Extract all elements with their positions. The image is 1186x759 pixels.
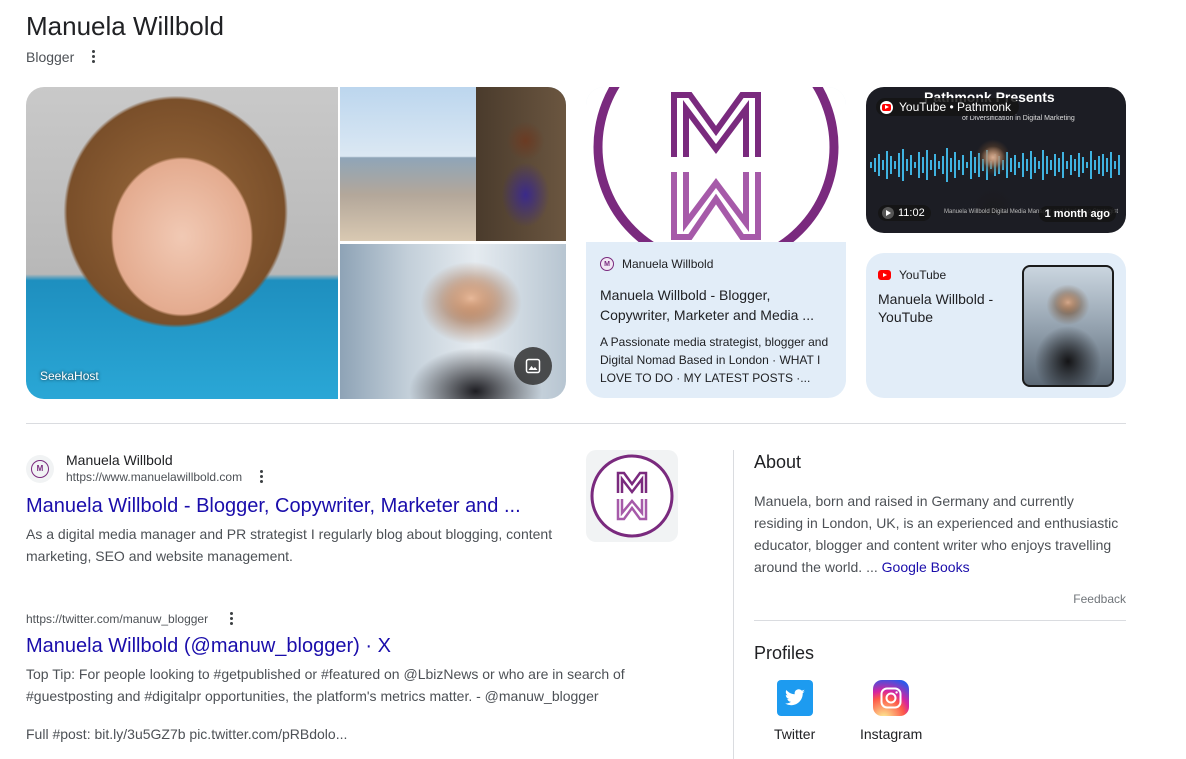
entity-subtitle-row: Blogger — [26, 48, 99, 65]
instagram-icon — [873, 680, 910, 716]
card-snippet: A Passionate media strategist, blogger a… — [600, 335, 829, 385]
result-snippet-extra: Full #post: bit.ly/3u5GZ7b pic.twitter.c… — [26, 726, 348, 742]
video-channel-badge: YouTube • Pathmonk — [876, 98, 1020, 116]
entity-name: Manuela Willbold — [26, 11, 224, 41]
about-heading: About — [754, 452, 802, 472]
video-age: 1 month ago — [1038, 206, 1116, 222]
yt-card-title[interactable]: Manuela Willbold - YouTube — [878, 290, 1008, 326]
result-site-name: Manuela Willbold — [66, 452, 173, 468]
profile-twitter[interactable]: Twitter — [774, 680, 815, 742]
card-source: M Manuela Willbold — [600, 257, 832, 271]
result-meta[interactable]: M Manuela Willbold https://www.manuelawi… — [26, 452, 566, 485]
card-source-name: Manuela Willbold — [622, 257, 714, 271]
twitter-label: Twitter — [774, 726, 816, 742]
google-books-link[interactable]: Google Books — [882, 559, 970, 575]
profiles-heading: Profiles — [754, 643, 815, 663]
mw-favicon-icon: M — [600, 257, 614, 271]
video-duration: 11:02 — [878, 205, 931, 221]
result-url: https://www.manuelawillbold.com — [66, 469, 243, 484]
image-source-label: SeekaHost — [40, 369, 99, 383]
result-thumbnail[interactable] — [586, 450, 678, 542]
result-url[interactable]: https://twitter.com/manuw_blogger — [26, 612, 208, 626]
yt-card-thumbnail — [1022, 265, 1114, 387]
section-divider — [26, 423, 1126, 424]
result-snippet: Top Tip: For people looking to #getpubli… — [26, 666, 625, 704]
result-options-icon[interactable] — [226, 610, 237, 627]
entity-subtitle: Blogger — [26, 48, 75, 65]
portrait-image[interactable]: SeekaHost — [26, 87, 338, 399]
yt-card-source-name: YouTube — [899, 268, 947, 282]
image-collage[interactable]: SeekaHost — [26, 87, 566, 399]
result-options-icon[interactable] — [256, 468, 267, 485]
video-person-image — [962, 135, 1024, 215]
more-options-icon[interactable] — [88, 48, 99, 65]
column-divider — [733, 450, 734, 759]
play-icon — [882, 207, 894, 219]
result-title-link[interactable]: Manuela Willbold - Blogger, Copywriter, … — [26, 493, 566, 519]
youtube-icon — [880, 100, 893, 114]
website-card[interactable]: M Manuela Willbold Manuela Willbold - Bl… — [586, 87, 846, 398]
profiles-divider — [754, 620, 1126, 621]
site-favicon-icon: M — [26, 454, 54, 483]
card-title[interactable]: Manuela Willbold - Blogger, Copywriter, … — [600, 285, 832, 325]
about-text: Manuela, born and raised in Germany and … — [754, 490, 1126, 578]
feedback-link[interactable]: Feedback — [1073, 592, 1126, 606]
search-result: https://twitter.com/manuw_blogger Manuel… — [26, 610, 646, 745]
yt-card-source: YouTube — [878, 268, 946, 282]
youtube-channel-card[interactable]: YouTube Manuela Willbold - YouTube — [866, 253, 1126, 398]
video-duration-label: 11:02 — [898, 207, 925, 219]
riverside-image[interactable] — [340, 87, 566, 241]
result-snippet: As a digital media manager and PR strate… — [26, 526, 553, 564]
phone-call-image[interactable] — [340, 244, 566, 399]
result-title-link[interactable]: Manuela Willbold (@manuw_blogger) · X — [26, 633, 646, 659]
video-thumb-subtitle: of Diversification in Digital Marketing — [962, 115, 1075, 122]
search-result: M Manuela Willbold https://www.manuelawi… — [26, 452, 566, 567]
youtube-icon — [878, 270, 891, 280]
more-images-icon[interactable] — [514, 347, 552, 385]
video-thumbnail[interactable]: Pathmonk Presents of Diversification in … — [866, 87, 1126, 233]
video-channel-label: YouTube • Pathmonk — [899, 100, 1012, 114]
mw-logo-image — [586, 87, 846, 242]
instagram-label: Instagram — [860, 726, 923, 742]
twitter-icon — [776, 680, 813, 716]
profile-instagram[interactable]: Instagram — [860, 680, 922, 742]
